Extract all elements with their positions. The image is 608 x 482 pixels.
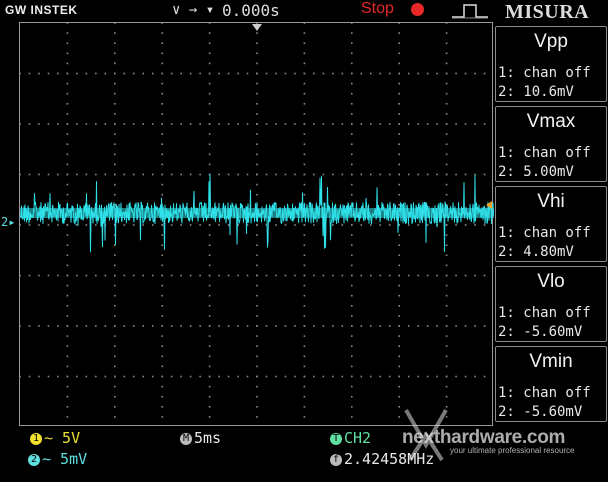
trigger-mode-indicator: ∨ → ▾ <box>172 2 215 18</box>
measurement-name: Vmin <box>529 351 573 372</box>
run-state-label: Stop <box>361 0 394 17</box>
measurement-vpp[interactable]: Vpp 1: chan off 2: 10.6mV <box>495 26 607 102</box>
measurement-ch2-value: 2: -5.60mV <box>498 404 583 420</box>
measurement-ch1-value: 1: chan off <box>498 225 591 241</box>
watermark-tagline: your ultimate professional resource <box>450 446 575 455</box>
measurement-ch1-value: 1: chan off <box>498 305 591 321</box>
ch1-scale[interactable]: 1 ∼ 5V <box>30 429 80 447</box>
ch2-scale[interactable]: 2 ∼ 5mV <box>28 450 87 468</box>
measurement-panel-title: MISURA <box>505 1 590 23</box>
trigger-source[interactable]: T CH2 <box>330 429 371 447</box>
trigger-time-readout: 0.000s <box>222 1 280 20</box>
measurement-name: Vhi <box>537 191 565 212</box>
frequency-badge: f <box>330 454 342 466</box>
measurement-vmin[interactable]: Vmin 1: chan off 2: -5.60mV <box>495 346 607 422</box>
measurement-ch2-value: 2: 4.80mV <box>498 244 574 260</box>
rising-edge-trigger-icon <box>452 4 488 19</box>
measurement-ch2-value: 2: -5.60mV <box>498 324 583 340</box>
measurement-ch1-value: 1: chan off <box>498 385 591 401</box>
ch2-trace-band <box>20 208 494 218</box>
channel-status-bar: 1 ∼ 5V 2 ∼ 5mV M 5ms T CH2 f 2.42458MHz nexth… <box>0 409 608 482</box>
trigger-position-marker[interactable] <box>252 24 262 31</box>
ch2-waveform <box>20 173 494 253</box>
measurement-ch2-value: 2: 10.6mV <box>498 84 574 100</box>
stop-indicator-icon <box>411 3 424 16</box>
ch2-badge: 2 <box>28 454 40 466</box>
trigger-level-marker[interactable] <box>486 201 492 209</box>
measurement-vmax[interactable]: Vmax 1: chan off 2: 5.00mV <box>495 106 607 182</box>
measurement-vlo[interactable]: Vlo 1: chan off 2: -5.60mV <box>495 266 607 342</box>
brand-logo: GW INSTEK <box>5 3 78 17</box>
timebase-scale[interactable]: M 5ms <box>180 429 221 447</box>
measurement-ch2-value: 2: 5.00mV <box>498 164 574 180</box>
ch2-ground-marker[interactable]: 2▸ <box>1 215 15 229</box>
measurement-name: Vpp <box>534 31 568 52</box>
waveform-display[interactable] <box>19 22 494 426</box>
ch1-badge: 1 <box>30 433 42 445</box>
measurement-name: Vlo <box>537 271 565 292</box>
trigger-badge: T <box>330 433 342 445</box>
timebase-badge: M <box>180 433 192 445</box>
measurement-panel: Vpp 1: chan off 2: 10.6mV Vmax 1: chan o… <box>493 22 608 426</box>
status-bar: GW INSTEK ∨ → ▾ 0.000s Stop MISURA <box>0 0 608 23</box>
measurement-ch1-value: 1: chan off <box>498 65 591 81</box>
measurement-vhi[interactable]: Vhi 1: chan off 2: 4.80mV <box>495 186 607 262</box>
measurement-name: Vmax <box>526 111 576 132</box>
measurement-ch1-value: 1: chan off <box>498 145 591 161</box>
